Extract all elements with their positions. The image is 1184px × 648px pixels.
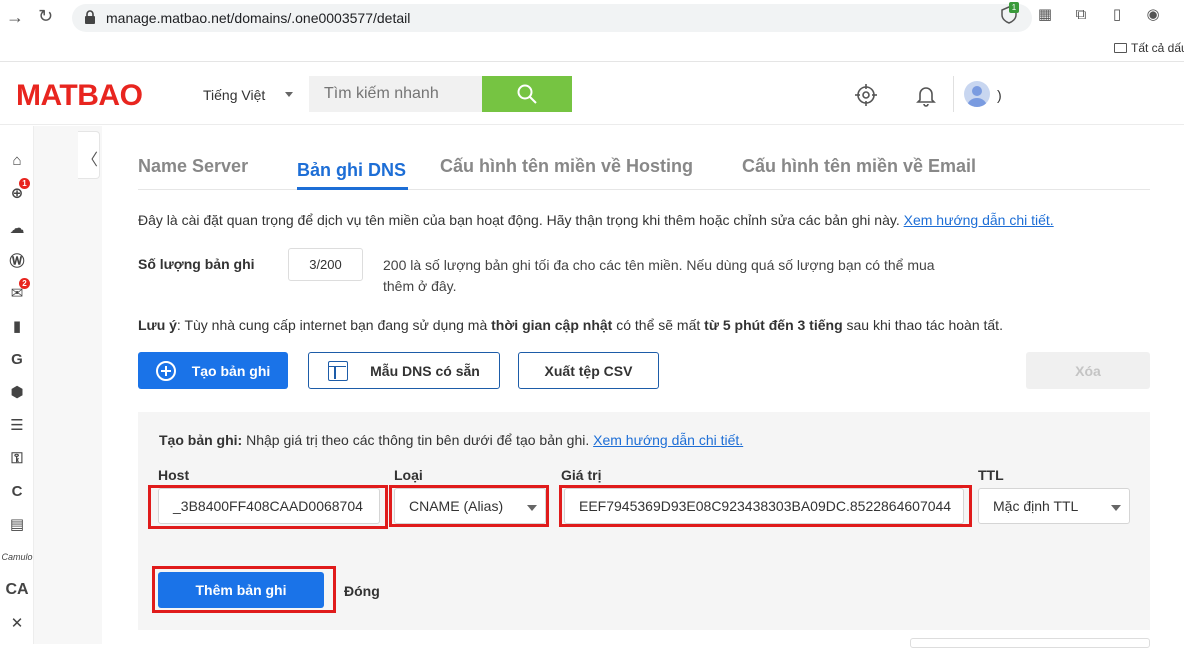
host-label: Host <box>158 467 190 483</box>
crosshair-icon[interactable] <box>854 83 878 107</box>
server-icon[interactable]: ☰ <box>7 415 27 435</box>
tab-email-config[interactable]: Cấu hình tên miền về Email <box>742 156 976 177</box>
matbao-logo[interactable]: MATBAO <box>16 79 143 113</box>
cloud-icon[interactable]: ☁ <box>7 218 27 238</box>
globe-icon[interactable]: ⊕ 1 <box>7 178 30 203</box>
header-divider <box>953 76 954 112</box>
value-highlight <box>559 485 972 527</box>
plus-circle-icon <box>155 360 176 381</box>
tab-hosting-config[interactable]: Cấu hình tên miền về Hosting <box>440 156 693 177</box>
bell-icon[interactable] <box>914 83 938 107</box>
guide-link[interactable]: Xem hướng dẫn chi tiết. <box>904 212 1054 228</box>
profile-icon[interactable]: ◉ <box>1144 6 1162 24</box>
download-icon[interactable]: ⤓ <box>1180 6 1184 24</box>
caret-down-icon[interactable] <box>285 92 293 97</box>
value-label: Giá trị <box>561 467 602 483</box>
dns-template-button[interactable]: Mẫu DNS có sẵn <box>308 352 500 389</box>
record-count-label: Số lượng bản ghi <box>138 256 255 272</box>
tab-dns-records[interactable]: Bản ghi DNS <box>297 160 406 181</box>
script-icon[interactable]: Camulo <box>2 547 33 567</box>
tools-icon[interactable]: ✕ <box>7 613 27 633</box>
app-header: MATBAO Tiếng Việt ) <box>0 63 1184 125</box>
extension-icons: 1 ▦ ⧉ ▯ ◉ ⤓ <box>1000 2 1184 24</box>
ca-icon[interactable]: CA <box>5 580 28 600</box>
browser-toolbar: → ↻ manage.matbao.net/domains/.one000357… <box>0 0 1184 36</box>
chevron-left-icon: 〈 <box>82 152 99 169</box>
active-tab-indicator <box>297 187 408 190</box>
bookmark-folder[interactable]: Tất cả dấu <box>1114 41 1184 55</box>
shield-extension-icon[interactable]: 1 <box>1000 2 1019 24</box>
record-count-value: 3/200 <box>288 248 363 281</box>
qr-icon[interactable]: ▦ <box>1036 6 1054 24</box>
email-badge: 2 <box>19 278 30 289</box>
avatar[interactable] <box>964 81 990 107</box>
content-gutter <box>34 126 102 644</box>
office-icon[interactable]: ▮ <box>7 316 27 336</box>
domains-badge: 1 <box>19 178 30 189</box>
host-highlight <box>148 485 388 529</box>
create-record-panel: Tạo bản ghi: Nhập giá trị theo các thông… <box>138 412 1150 630</box>
caret-down-icon <box>1111 505 1121 511</box>
language-selector[interactable]: Tiếng Việt <box>203 87 265 103</box>
wordpress-icon[interactable]: Ⓦ <box>7 250 27 270</box>
hexagon-icon[interactable]: ⬢ <box>7 382 27 402</box>
puzzle-icon[interactable]: ⧉ <box>1072 6 1090 24</box>
home-icon[interactable]: ⌂ <box>7 150 27 170</box>
mail-icon[interactable]: ✉ 2 <box>7 278 30 303</box>
user-icon <box>967 86 987 107</box>
extension-badge: 1 <box>1009 2 1019 13</box>
document-icon[interactable]: ▤ <box>7 514 27 534</box>
record-count-note: 200 là số lượng bản ghi tối đa cho các t… <box>383 257 935 294</box>
tab-name-server[interactable]: Name Server <box>138 156 248 177</box>
account-name[interactable]: ) <box>997 87 1002 103</box>
panel-guide-link[interactable]: Xem hướng dẫn chi tiết. <box>593 432 743 448</box>
sidebar: ⌂ ⊕ 1 ☁ Ⓦ ✉ 2 ▮ G ⬢ ☰ ⚿ C ▤ Camulo CA ✕ <box>0 126 34 644</box>
panel-title: Tạo bản ghi: Nhập giá trị theo các thông… <box>159 432 744 448</box>
lock-icon <box>85 10 95 24</box>
search-input[interactable] <box>309 76 483 112</box>
bookmark-bar: Tất cả dấu <box>0 36 1184 62</box>
sidebar-collapse-button[interactable]: 〈 <box>78 131 100 179</box>
intro-text: Đây là cài đặt quan trọng để dịch vụ tên… <box>138 212 1054 228</box>
export-csv-button[interactable]: Xuất tệp CSV <box>518 352 659 389</box>
tabs-divider <box>138 189 1150 190</box>
ttl-select[interactable]: Mặc định TTL <box>978 488 1130 524</box>
c-icon[interactable]: C <box>7 481 27 501</box>
back-arrow-icon[interactable]: → <box>6 7 24 28</box>
url-text: manage.matbao.net/domains/.one0003577/de… <box>106 10 411 26</box>
ttl-label: TTL <box>978 467 1004 483</box>
type-label: Loại <box>394 467 423 483</box>
search-icon <box>517 84 537 104</box>
security-icon[interactable]: ⚿ <box>7 448 27 468</box>
reload-icon[interactable]: ↻ <box>38 6 53 27</box>
type-highlight <box>389 485 549 527</box>
notice-text: Lưu ý: Tùy nhà cung cấp internet bạn đan… <box>138 317 1003 333</box>
google-icon[interactable]: G <box>7 349 27 369</box>
create-record-button[interactable]: Tạo bản ghi <box>138 352 288 389</box>
folder-icon <box>1114 43 1127 53</box>
sidepanel-icon[interactable]: ▯ <box>1108 6 1126 24</box>
partial-element <box>910 638 1150 648</box>
add-button-highlight <box>152 566 336 613</box>
search-button[interactable] <box>482 76 572 112</box>
close-button[interactable]: Đóng <box>344 583 380 599</box>
address-bar[interactable]: manage.matbao.net/domains/.one0003577/de… <box>72 4 1032 32</box>
template-icon <box>328 360 349 381</box>
delete-button[interactable]: Xóa <box>1026 352 1150 389</box>
